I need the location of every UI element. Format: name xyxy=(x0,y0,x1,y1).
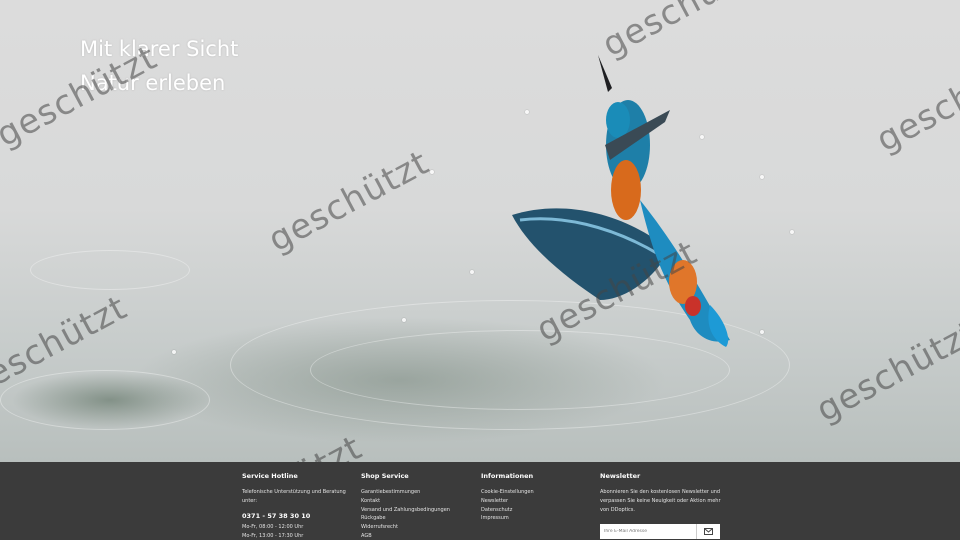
service-phone[interactable]: 0371 - 57 38 30 10 xyxy=(242,512,352,520)
water-ripple xyxy=(30,250,190,290)
service-hours-morning: Mo-Fr, 08:00 - 12:00 Uhr xyxy=(242,524,304,530)
water-drop xyxy=(760,330,764,334)
newsletter-submit-button[interactable] xyxy=(696,524,720,539)
site-footer: Service Hotline Telefonische Unterstützu… xyxy=(0,462,960,540)
water-drop xyxy=(790,230,794,234)
footer-service-column: Service Hotline Telefonische Unterstützu… xyxy=(242,472,352,540)
shop-link-shipping[interactable]: Versand und Zahlungsbedingungen xyxy=(361,506,471,515)
newsletter-heading: Newsletter xyxy=(600,472,641,480)
shop-link-withdrawal[interactable]: Widerrufsrecht xyxy=(361,523,471,532)
water-drop xyxy=(430,170,434,174)
service-heading: Service Hotline xyxy=(242,472,298,480)
shop-link-terms[interactable]: AGB xyxy=(361,532,471,540)
info-link-cookies[interactable]: Cookie-Einstellungen xyxy=(481,488,591,497)
service-description: Telefonische Unterstützung und Beratung … xyxy=(242,489,346,504)
water-ripple xyxy=(0,370,210,430)
hero-banner: Mit klarer Sicht Natur erleben xyxy=(0,0,960,462)
kingfisher-image xyxy=(512,55,730,347)
footer-newsletter-column: Newsletter Abonnieren Sie den kostenlose… xyxy=(600,472,725,539)
hero-headline: Mit klarer Sicht Natur erleben xyxy=(80,32,238,100)
footer-shop-column: Shop Service Garantiebestimmungen Kontak… xyxy=(361,472,471,540)
hero-title-line-1: Mit klarer Sicht xyxy=(80,37,239,61)
newsletter-form xyxy=(600,524,725,539)
info-link-newsletter[interactable]: Newsletter xyxy=(481,497,591,506)
newsletter-description: Abonnieren Sie den kostenlosen Newslette… xyxy=(600,489,721,513)
info-link-imprint[interactable]: Impressum xyxy=(481,514,591,523)
info-heading: Informationen xyxy=(481,472,534,480)
service-hours-afternoon: Mo-Fr, 13:00 - 17:30 Uhr xyxy=(242,533,304,539)
water-drop xyxy=(172,350,176,354)
hero-title-line-2: Natur erleben xyxy=(80,71,226,95)
shop-link-returns[interactable]: Rückgabe xyxy=(361,514,471,523)
shop-link-contact[interactable]: Kontakt xyxy=(361,497,471,506)
water-drop xyxy=(402,318,406,322)
shop-heading: Shop Service xyxy=(361,472,409,480)
envelope-icon xyxy=(704,528,713,535)
water-drop xyxy=(760,175,764,179)
info-link-privacy[interactable]: Datenschutz xyxy=(481,506,591,515)
water-drop xyxy=(470,270,474,274)
shop-link-warranty[interactable]: Garantiebestimmungen xyxy=(361,488,471,497)
footer-info-column: Informationen Cookie-Einstellungen Newsl… xyxy=(481,472,591,523)
newsletter-email-input[interactable] xyxy=(600,524,696,539)
